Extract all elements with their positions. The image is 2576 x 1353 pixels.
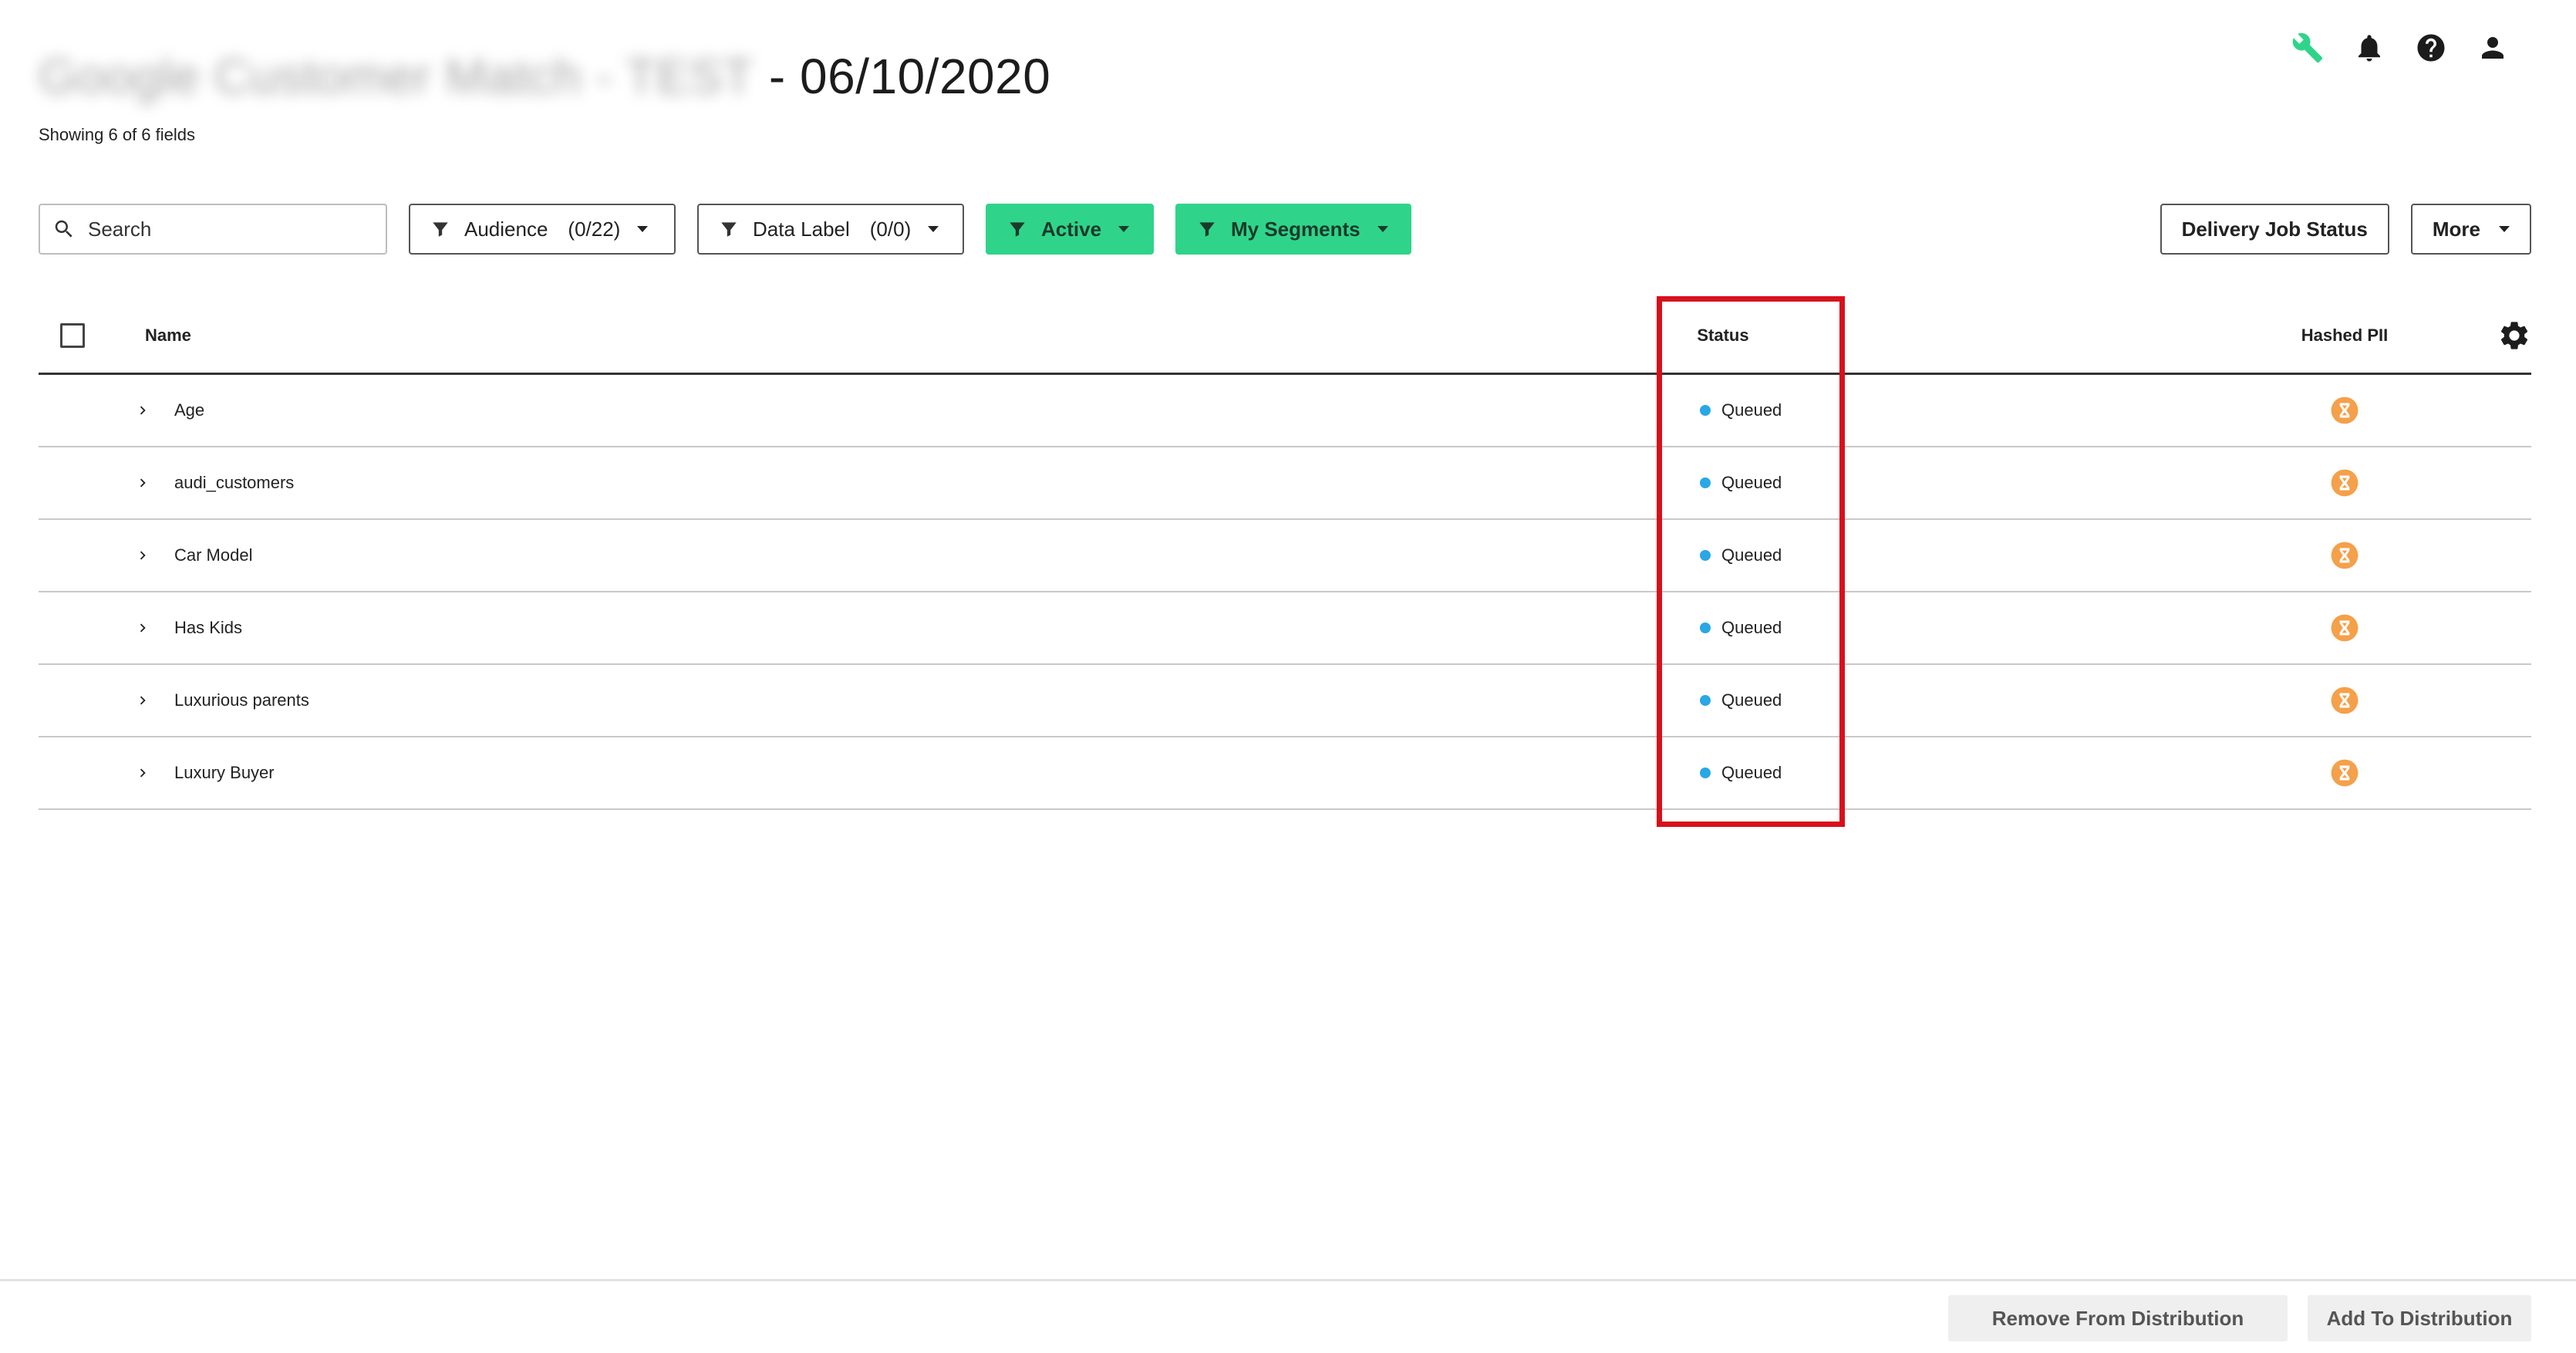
column-header-status[interactable]: Status xyxy=(1697,326,1748,346)
wrench-icon[interactable] xyxy=(2291,31,2325,65)
caret-down-icon xyxy=(928,226,939,232)
select-all-checkbox[interactable] xyxy=(60,322,85,348)
fields-table: Name Status Hashed PII Age Queued audi_c… xyxy=(39,298,2531,810)
user-icon[interactable] xyxy=(2476,31,2510,65)
row-status-label: Queued xyxy=(1721,618,1782,637)
row-status: Queued xyxy=(1700,690,1782,710)
chevron-right-icon[interactable] xyxy=(134,692,151,709)
page-title: Google Customer Match - TEST - 06/10/202… xyxy=(39,48,1050,105)
hourglass-icon xyxy=(2331,759,2359,787)
data-label-filter-count: (0/0) xyxy=(869,217,912,241)
caret-down-icon xyxy=(2499,226,2510,232)
bell-icon[interactable] xyxy=(2352,31,2386,65)
gear-icon[interactable] xyxy=(2497,319,2531,353)
chevron-right-icon[interactable] xyxy=(134,547,151,564)
hourglass-icon xyxy=(2331,687,2359,714)
row-status-label: Queued xyxy=(1721,763,1782,782)
row-status: Queued xyxy=(1700,473,1782,493)
hourglass-icon xyxy=(2331,396,2359,424)
row-name: Has Kids xyxy=(174,618,243,637)
chevron-right-icon[interactable] xyxy=(134,764,151,781)
active-filter-button[interactable]: Active xyxy=(986,204,1154,255)
search-box[interactable] xyxy=(39,204,387,255)
app-root: Google Customer Match - TEST - 06/10/202… xyxy=(0,0,2576,1353)
hourglass-icon xyxy=(2331,469,2359,497)
table-row[interactable]: Luxurious parents Queued xyxy=(39,665,2531,737)
row-name: audi_customers xyxy=(174,473,295,492)
row-status-label: Queued xyxy=(1721,545,1782,565)
audience-filter-label: Audience xyxy=(464,217,548,241)
data-label-filter-button[interactable]: Data Label (0/0) xyxy=(697,204,964,255)
caret-down-icon xyxy=(1118,226,1130,232)
footer-bar: Remove From Distribution Add To Distribu… xyxy=(0,1279,2576,1353)
column-header-hashed-pii[interactable]: Hashed PII xyxy=(2301,326,2388,346)
row-name: Age xyxy=(174,400,205,420)
hourglass-icon xyxy=(2331,542,2359,569)
status-dot-icon xyxy=(1700,768,1711,778)
row-status: Queued xyxy=(1700,763,1782,783)
table-body: Age Queued audi_customers Queued Car Mod… xyxy=(39,375,2531,810)
status-dot-icon xyxy=(1700,477,1711,488)
filter-icon xyxy=(1010,222,1025,237)
data-label-filter-label: Data Label xyxy=(753,217,850,241)
search-input[interactable] xyxy=(88,217,366,241)
status-dot-icon xyxy=(1700,550,1711,561)
status-dot-icon xyxy=(1700,623,1711,633)
remove-from-distribution-button[interactable]: Remove From Distribution xyxy=(1948,1295,2288,1341)
row-name: Luxurious parents xyxy=(174,690,309,710)
my-segments-filter-button[interactable]: My Segments xyxy=(1175,204,1411,255)
chevron-right-icon[interactable] xyxy=(134,402,151,419)
chevron-right-icon[interactable] xyxy=(134,474,151,491)
row-name: Car Model xyxy=(174,545,253,565)
table-row[interactable]: audi_customers Queued xyxy=(39,447,2531,520)
row-status: Queued xyxy=(1700,545,1782,565)
filter-icon xyxy=(1199,222,1215,237)
caret-down-icon xyxy=(1377,226,1388,232)
page-header: Google Customer Match - TEST - 06/10/202… xyxy=(39,48,1050,145)
chevron-right-icon[interactable] xyxy=(134,619,151,636)
filter-icon xyxy=(433,222,448,237)
row-status: Queued xyxy=(1700,618,1782,638)
active-filter-label: Active xyxy=(1041,217,1102,241)
add-to-distribution-button[interactable]: Add To Distribution xyxy=(2308,1295,2531,1341)
table-header: Name Status Hashed PII xyxy=(39,298,2531,375)
column-header-name[interactable]: Name xyxy=(145,326,191,346)
row-status-label: Queued xyxy=(1721,473,1782,492)
my-segments-filter-label: My Segments xyxy=(1231,217,1360,241)
row-status-label: Queued xyxy=(1721,400,1782,420)
row-status-label: Queued xyxy=(1721,690,1782,710)
delivery-job-status-button[interactable]: Delivery Job Status xyxy=(2160,204,2389,255)
row-name: Luxury Buyer xyxy=(174,763,275,782)
status-dot-icon xyxy=(1700,405,1711,416)
hourglass-icon xyxy=(2331,614,2359,642)
table-row[interactable]: Has Kids Queued xyxy=(39,592,2531,665)
top-toolbar xyxy=(2291,31,2510,65)
help-icon[interactable] xyxy=(2414,31,2448,65)
table-row[interactable]: Luxury Buyer Queued xyxy=(39,737,2531,810)
right-actions: Delivery Job Status More xyxy=(2160,204,2531,255)
filter-icon xyxy=(721,222,737,237)
caret-down-icon xyxy=(637,226,649,232)
audience-filter-button[interactable]: Audience (0/22) xyxy=(409,204,676,255)
table-row[interactable]: Car Model Queued xyxy=(39,520,2531,592)
audience-filter-count: (0/22) xyxy=(568,217,621,241)
more-button[interactable]: More xyxy=(2410,204,2531,255)
row-status: Queued xyxy=(1700,400,1782,420)
title-date: - 06/10/2020 xyxy=(768,49,1051,104)
search-icon xyxy=(55,220,72,238)
table-row[interactable]: Age Queued xyxy=(39,375,2531,447)
status-dot-icon xyxy=(1700,695,1711,706)
title-blurred-name: Google Customer Match - TEST xyxy=(39,49,754,104)
more-button-label: More xyxy=(2432,217,2480,241)
fields-count: Showing 6 of 6 fields xyxy=(39,125,196,144)
filter-bar: Audience (0/22) Data Label (0/0) Active … xyxy=(39,204,2531,255)
